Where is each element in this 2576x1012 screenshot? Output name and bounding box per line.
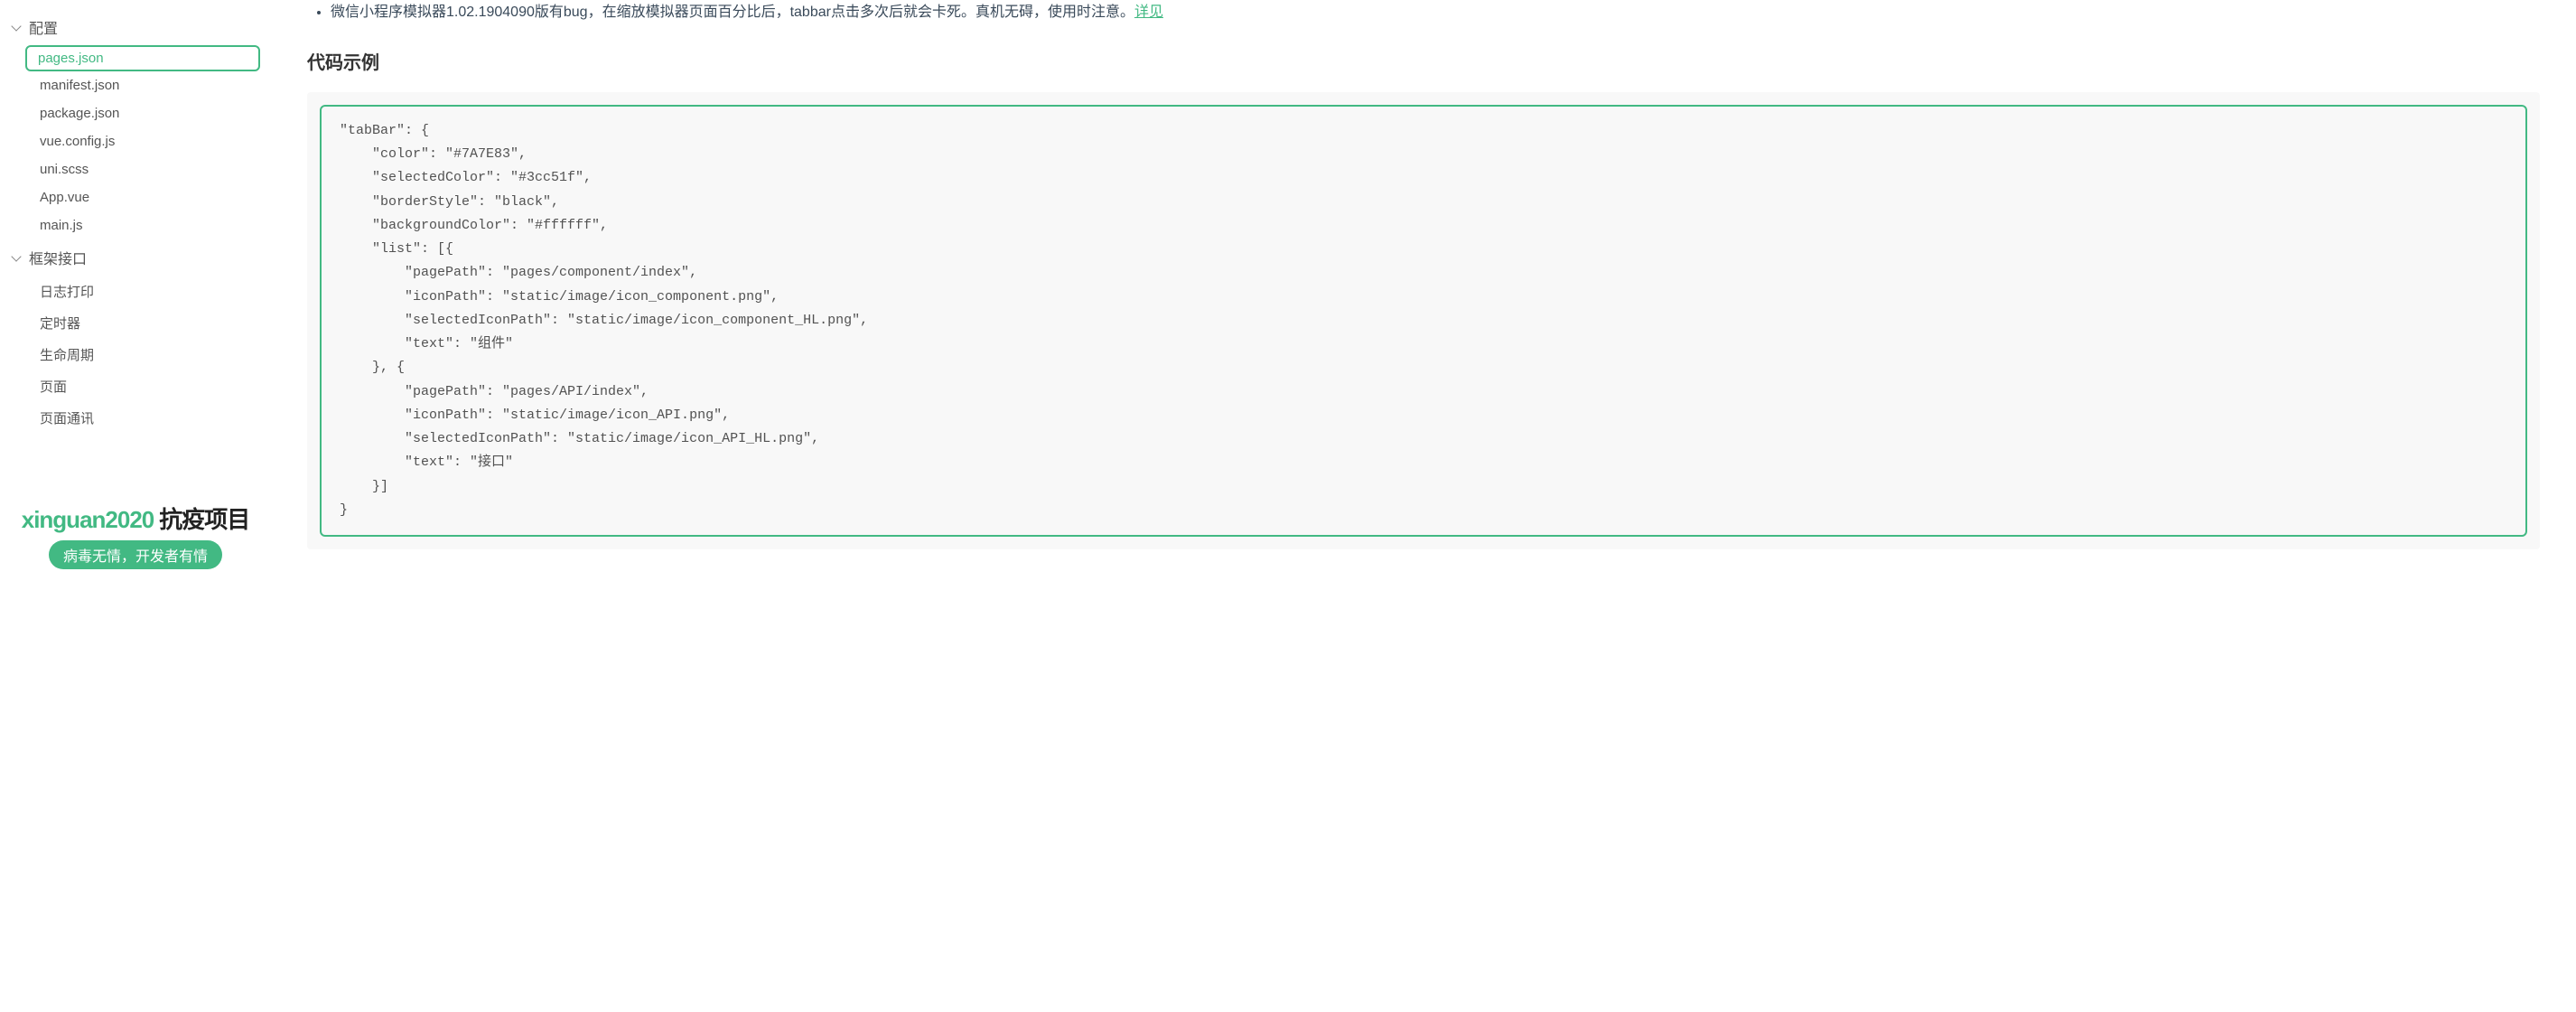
sidebar-item-app-vue[interactable]: App.vue xyxy=(0,183,271,211)
sidebar-section-config[interactable]: 配置 xyxy=(0,9,271,45)
sidebar-item-main-js[interactable]: main.js xyxy=(0,211,271,239)
code-block-wrapper: "tabBar": { "color": "#7A7E83", "selecte… xyxy=(307,92,2540,549)
sidebar: 配置 pages.json manifest.json package.json… xyxy=(0,0,271,586)
code-block[interactable]: "tabBar": { "color": "#7A7E83", "selecte… xyxy=(322,107,2525,535)
chevron-down-icon xyxy=(11,21,21,31)
sidebar-item-label: 页面 xyxy=(40,380,67,395)
sidebar-section-framework-api[interactable]: 框架接口 xyxy=(0,239,271,276)
promo-title: xinguan2020抗疫项目 xyxy=(0,501,271,535)
sidebar-section-title: 框架接口 xyxy=(29,247,87,268)
sidebar-item-package-json[interactable]: package.json xyxy=(0,99,271,127)
sidebar-item-label: uni.scss xyxy=(40,162,89,177)
section-heading: 代码示例 xyxy=(307,48,2540,74)
sidebar-item-label: 生命周期 xyxy=(40,348,94,363)
sidebar-item-label: manifest.json xyxy=(40,78,119,93)
sidebar-item-label: 页面通讯 xyxy=(40,411,94,426)
note-item: 微信小程序模拟器1.02.1904090版有bug，在缩放模拟器页面百分比后，t… xyxy=(331,0,2540,26)
sidebar-item-label: App.vue xyxy=(40,190,89,205)
chevron-down-icon xyxy=(11,251,21,261)
promo-banner[interactable]: xinguan2020抗疫项目 病毒无情，开发者有情 xyxy=(0,492,271,586)
sidebar-item-page[interactable]: 页面 xyxy=(0,370,271,402)
sidebar-item-manifest-json[interactable]: manifest.json xyxy=(0,71,271,99)
sidebar-item-label: vue.config.js xyxy=(40,134,115,149)
code-block-highlight: "tabBar": { "color": "#7A7E83", "selecte… xyxy=(320,105,2527,537)
sidebar-item-timer[interactable]: 定时器 xyxy=(0,307,271,339)
note-text: 微信小程序模拟器1.02.1904090版有bug，在缩放模拟器页面百分比后，t… xyxy=(331,5,1134,20)
sidebar-section-title: 配置 xyxy=(29,16,58,38)
sidebar-item-pages-json[interactable]: pages.json xyxy=(25,45,260,71)
promo-rest: 抗疫项目 xyxy=(159,506,249,533)
sidebar-item-label: pages.json xyxy=(38,51,104,66)
sidebar-item-label: main.js xyxy=(40,218,83,233)
sidebar-item-lifecycle[interactable]: 生命周期 xyxy=(0,339,271,370)
sidebar-item-uni-scss[interactable]: uni.scss xyxy=(0,155,271,183)
sidebar-item-log[interactable]: 日志打印 xyxy=(0,276,271,307)
sidebar-item-label: package.json xyxy=(40,106,119,121)
sidebar-item-page-comm[interactable]: 页面通讯 xyxy=(0,402,271,434)
promo-brand: xinguan2020 xyxy=(22,506,154,533)
sidebar-item-label: 日志打印 xyxy=(40,285,94,300)
sidebar-nav: 配置 pages.json manifest.json package.json… xyxy=(0,9,271,492)
sidebar-item-label: 定时器 xyxy=(40,316,80,332)
note-list: 微信小程序模拟器1.02.1904090版有bug，在缩放模拟器页面百分比后，t… xyxy=(307,0,2540,26)
promo-badge: 病毒无情，开发者有情 xyxy=(49,540,222,569)
main-content: 微信小程序模拟器1.02.1904090版有bug，在缩放模拟器页面百分比后，t… xyxy=(271,0,2576,586)
note-link[interactable]: 详见 xyxy=(1134,5,1163,20)
sidebar-item-vue-config-js[interactable]: vue.config.js xyxy=(0,127,271,155)
